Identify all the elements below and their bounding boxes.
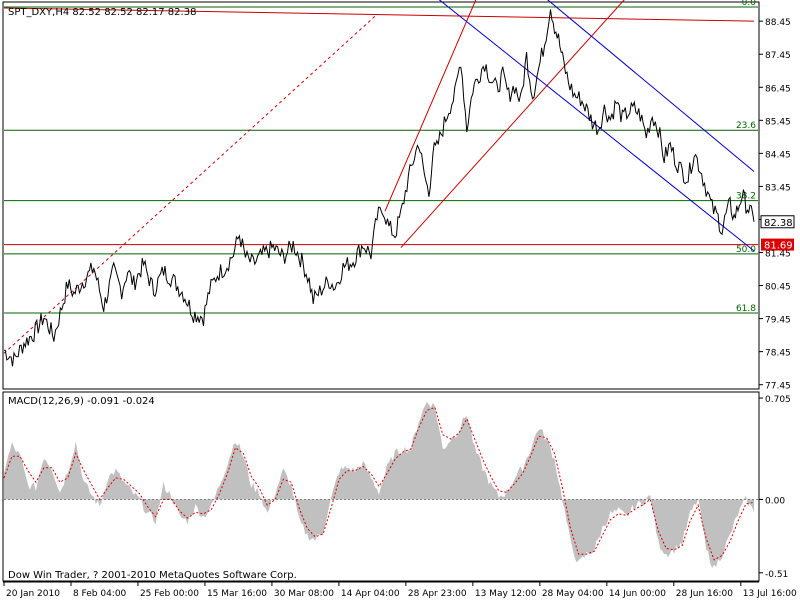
current-price-label: 82.38: [764, 218, 793, 229]
macd-axis-tick-label: 0.00: [765, 496, 785, 506]
copyright-note: Dow Win Trader, ? 2001-2010 MetaQuotes S…: [8, 570, 297, 581]
fib-level-label: 38.2: [736, 192, 756, 202]
chart-canvas[interactable]: 0.023.638.250.061.8 88.4587.4586.4585.45…: [0, 0, 800, 600]
time-axis-tick-label: 14 Jun 00:00: [609, 589, 666, 599]
macd-axis-tick-label: -0.51: [765, 570, 788, 580]
price-axis-tick-label: 85.45: [765, 117, 791, 127]
time-axis-tick-label: 20 Jan 2010: [6, 589, 60, 599]
fib-level-label: 0.0: [742, 0, 757, 8]
price-axis-tick-label: 77.45: [765, 382, 791, 392]
macd-axis-tick-label: 0.705: [765, 395, 791, 405]
support-price-label: 81.69: [764, 241, 793, 252]
fib-level-label: 23.6: [736, 121, 756, 131]
price-axis-tick-label: 80.45: [765, 283, 791, 293]
price-axis-tick-label: 78.45: [765, 349, 791, 359]
price-axis-tick-label: 83.45: [765, 183, 791, 193]
price-axis-tick-label: 79.45: [765, 316, 791, 326]
time-axis-tick-label: 25 Feb 00:00: [140, 589, 199, 599]
time-axis-tick-label: 28 Apr 23:00: [408, 589, 467, 599]
time-axis-tick-label: 15 Mar 16:00: [207, 589, 267, 599]
price-axis-tick-label: 86.45: [765, 84, 791, 94]
price-axis-tick-label: 88.45: [765, 18, 791, 28]
trading-terminal-chart-window: 0.0 23.6 38.2 50.0 61.8 88.45 87.45 86.45 85.45…: [0, 0, 800, 600]
time-axis-tick-label: 13 May 12:00: [475, 589, 537, 599]
time-axis-tick-label: 28 Jun 16:00: [676, 589, 733, 599]
time-axis-tick-label: 30 Mar 08:00: [274, 589, 334, 599]
time-axis-tick-label: 14 Apr 04:00: [341, 589, 400, 599]
price-pane-frame: [2, 1, 760, 390]
fib-level-label: 61.8: [736, 304, 756, 314]
price-axis-tick-label: 84.45: [765, 150, 791, 160]
support-price-tag: 81.69: [761, 238, 794, 252]
current-price-tag: 82.38: [760, 215, 795, 229]
time-axis-tick-label: 8 Feb 04:00: [73, 589, 127, 599]
time-axis-tick-label: 28 May 04:00: [542, 589, 604, 599]
price-axis-tick-label: 87.45: [765, 51, 791, 61]
time-axis-tick-label: 13 Jul 16:00: [743, 589, 797, 599]
macd-header: MACD(12,26,9) -0.091 -0.024: [8, 396, 155, 407]
symbol-header: SPT_DXY,H4 82.52 82.52 82.17 82.38: [8, 7, 196, 18]
